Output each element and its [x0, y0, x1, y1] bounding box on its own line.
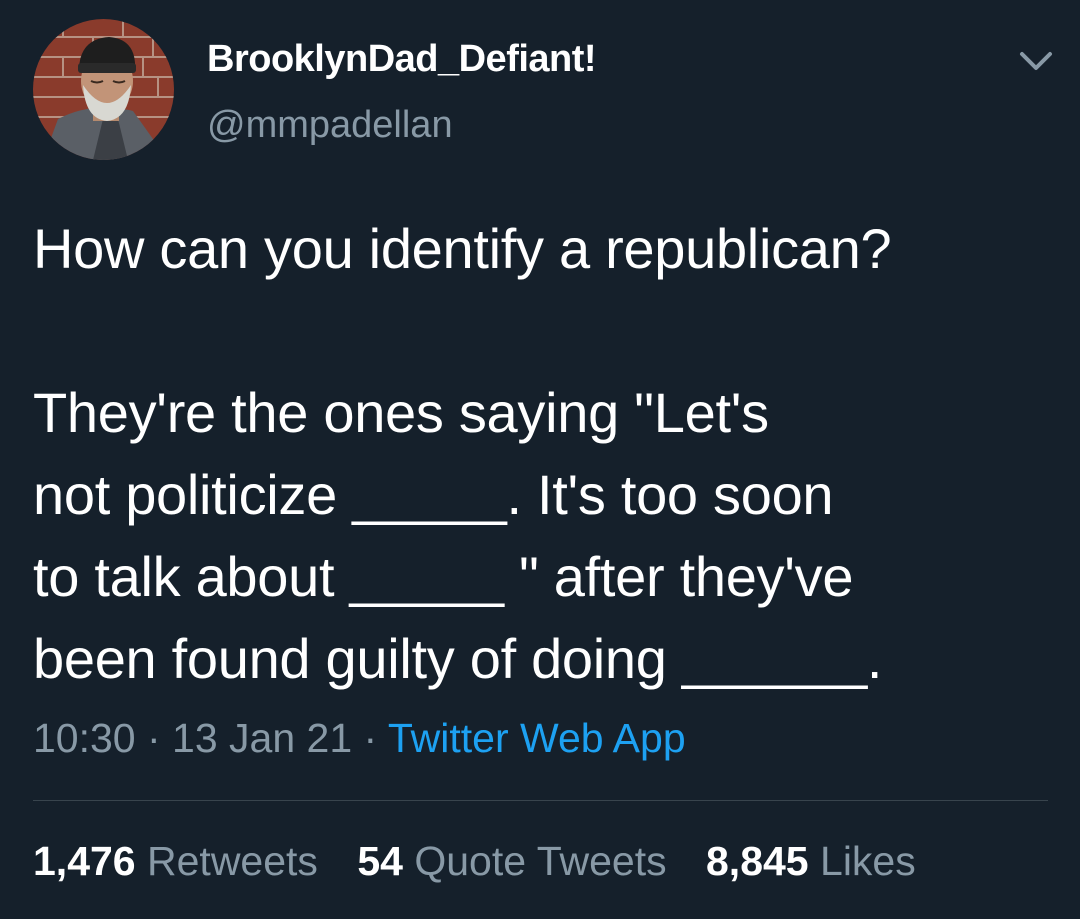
retweets-label: Retweets — [147, 838, 318, 884]
tweet-stats: 1,476 Retweets 54 Quote Tweets 8,845 Lik… — [33, 838, 944, 885]
quote-tweets-stat[interactable]: 54 Quote Tweets — [357, 838, 666, 884]
display-name[interactable]: BrooklynDad_Defiant! — [207, 38, 597, 81]
tweet-meta: 10:30 · 13 Jan 21 · Twitter Web App — [33, 715, 686, 762]
tweet-text: How can you identify a republican? They'… — [33, 217, 892, 690]
tweet-date[interactable]: 13 Jan 21 — [172, 715, 352, 761]
retweets-count: 1,476 — [33, 838, 136, 884]
quote-tweets-count: 54 — [357, 838, 403, 884]
chevron-down-icon[interactable] — [1016, 46, 1056, 76]
avatar[interactable] — [33, 19, 174, 160]
retweets-stat[interactable]: 1,476 Retweets — [33, 838, 318, 884]
user-handle[interactable]: @mmpadellan — [207, 104, 453, 147]
profile-photo-icon — [33, 19, 174, 160]
divider — [33, 800, 1048, 801]
tweet-card: BrooklynDad_Defiant! @mmpadellan How can… — [0, 0, 1080, 919]
quote-tweets-label: Quote Tweets — [414, 838, 667, 884]
meta-separator: · — [135, 715, 173, 761]
tweet-time[interactable]: 10:30 — [33, 715, 136, 761]
likes-count: 8,845 — [706, 838, 809, 884]
likes-stat[interactable]: 8,845 Likes — [706, 838, 916, 884]
likes-label: Likes — [820, 838, 916, 884]
tweet-source-link[interactable]: Twitter Web App — [388, 715, 686, 761]
meta-separator: · — [352, 715, 388, 761]
